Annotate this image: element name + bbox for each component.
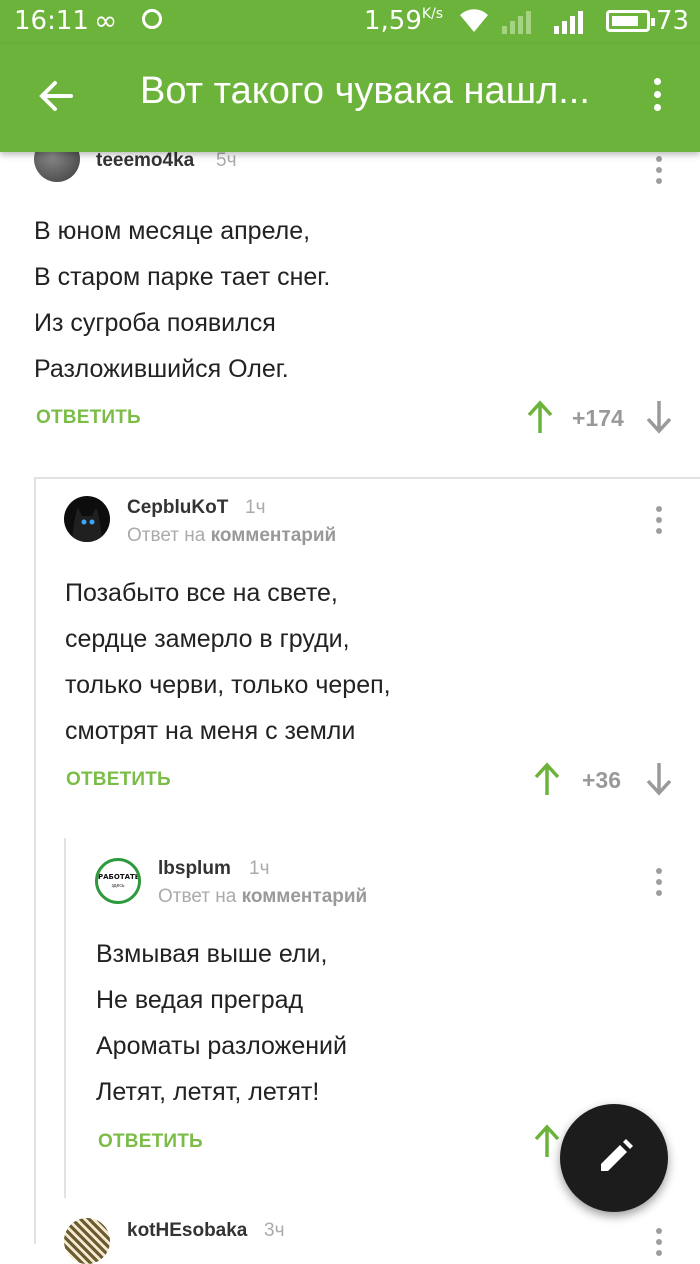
arrow-up-icon[interactable] (534, 762, 560, 796)
reply-button[interactable]: ОТВЕТИТЬ (98, 1131, 203, 1153)
app-bar: Вот такого чувака нашл... (0, 44, 700, 152)
arrow-down-icon[interactable] (646, 400, 672, 434)
comment-time: 1ч (249, 858, 270, 879)
comment-text: Позабыто все на свете, сердце замерло в … (65, 579, 391, 745)
comment-score: +36 (582, 767, 622, 793)
reply-to-label[interactable]: Ответ на комментарий (158, 886, 367, 908)
comment-text: В юном месяце апреле, В старом парке тае… (34, 217, 331, 383)
status-bar: 16:11 ∞ 1,59K/s 73 (0, 0, 700, 44)
avatar[interactable]: РАБОТАТЬ здесь (95, 858, 141, 904)
edit-pencil-icon (601, 1139, 633, 1171)
battery-icon (606, 10, 655, 32)
avatar[interactable] (64, 496, 110, 542)
comment-author[interactable]: lbsplum (158, 858, 231, 880)
wifi-icon (460, 9, 488, 33)
reply-to-label[interactable]: Ответ на комментарий (127, 525, 336, 547)
comment-time: 5ч (216, 150, 237, 171)
network-speed: 1,59K/s (364, 6, 444, 36)
comment-time: 3ч (264, 1220, 285, 1241)
more-vert-icon[interactable] (649, 156, 669, 190)
arrow-back-icon[interactable] (30, 72, 80, 122)
thread-divider (34, 477, 700, 479)
thread-line (64, 838, 66, 1198)
comment-time: 1ч (245, 497, 266, 518)
signal-icon (554, 11, 583, 34)
signal-icon (502, 11, 531, 34)
comment-author[interactable]: teeemo4ka (96, 150, 194, 172)
comment-text: Взмывая выше ели, Не ведая преград Арома… (96, 940, 347, 1106)
comment-author[interactable]: kotHEsobaka (127, 1220, 247, 1242)
comment-author[interactable]: CepbluKoT (127, 497, 228, 519)
reply-button[interactable]: ОТВЕТИТЬ (66, 769, 171, 791)
more-vert-icon[interactable] (649, 868, 669, 902)
arrow-down-icon[interactable] (646, 762, 672, 796)
arrow-up-icon[interactable] (534, 1124, 560, 1158)
thread-line (34, 477, 36, 1244)
more-vert-icon[interactable] (649, 1228, 669, 1262)
status-time: 16:11 (14, 6, 89, 36)
more-vert-icon[interactable] (649, 506, 669, 540)
circle-notification-icon (142, 9, 162, 29)
page-title: Вот такого чувака нашл... (140, 70, 590, 112)
more-vert-icon[interactable] (644, 78, 670, 122)
infinity-icon: ∞ (94, 4, 118, 37)
arrow-up-icon[interactable] (527, 400, 553, 434)
avatar[interactable] (64, 1218, 110, 1264)
write-comment-button[interactable] (560, 1104, 668, 1212)
reply-button[interactable]: ОТВЕТИТЬ (36, 407, 141, 429)
battery-level: 73 (656, 6, 690, 36)
comment-score: +174 (572, 405, 624, 431)
